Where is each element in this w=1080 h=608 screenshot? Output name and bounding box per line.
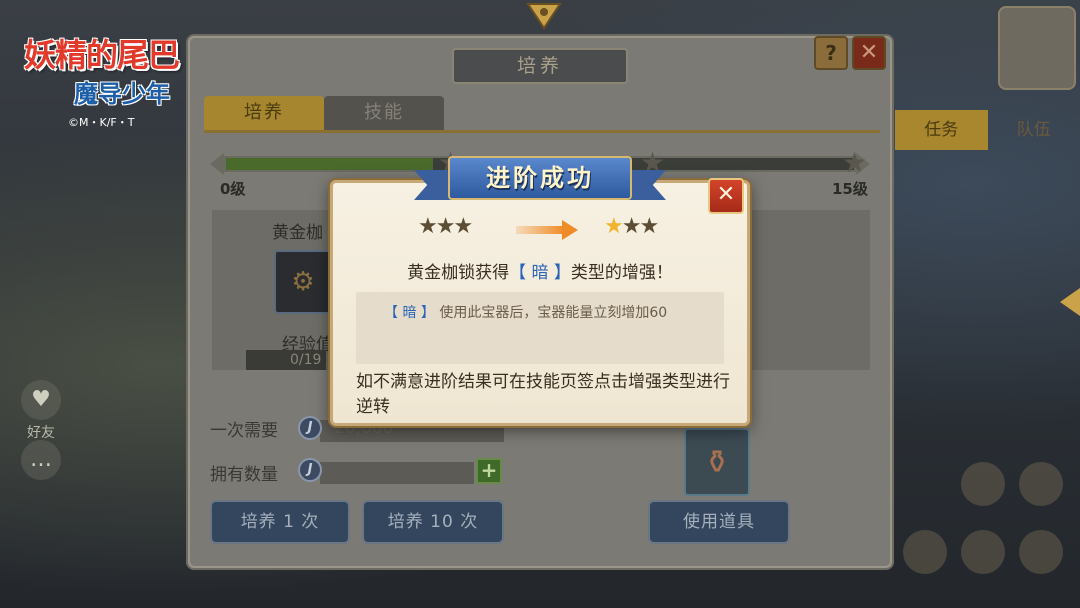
logo-copyright: ©M・K/F・T xyxy=(68,116,135,129)
use-item-button[interactable]: 使用道具 xyxy=(648,500,790,544)
owned-label: 拥有数量 xyxy=(210,465,278,485)
avatar[interactable] xyxy=(998,6,1076,90)
train-once-button[interactable]: 培养 1 次 xyxy=(210,500,350,544)
arrow-shaft xyxy=(516,226,564,234)
panel-title: 培养 xyxy=(452,48,628,84)
help-button[interactable]: ? xyxy=(814,36,848,70)
shortcut-button-4[interactable] xyxy=(958,530,1008,574)
dialog-title: 进阶成功 xyxy=(448,156,632,200)
result-prefix: 黄金枷锁获得 xyxy=(407,263,510,283)
arrow-right-icon xyxy=(516,220,578,240)
chat-bubble-icon: … xyxy=(21,440,61,480)
shortcut-icon xyxy=(961,530,1005,574)
star-gold-icon: ★ xyxy=(604,214,624,239)
chat-menu-item[interactable]: … xyxy=(6,440,76,482)
milestone-star-icon: ★ xyxy=(842,146,868,179)
stars-after: ★★★ xyxy=(604,214,659,239)
tab-team[interactable]: 队伍 xyxy=(988,110,1080,150)
effect-text: 使用此宝器后，宝器能量立刻增加60 xyxy=(434,305,668,321)
coin-icon: J xyxy=(298,458,322,482)
friends-menu-item[interactable]: ♥ 好友 xyxy=(6,380,76,442)
tab-divider xyxy=(204,130,880,133)
cost-label: 一次需要 xyxy=(210,421,278,441)
shortcut-button-5[interactable] xyxy=(1016,530,1066,574)
heart-icon: ♥ xyxy=(21,380,61,420)
top-marker-icon xyxy=(526,3,562,30)
coin-icon: J xyxy=(298,416,322,440)
shortcut-icon xyxy=(903,530,947,574)
potion-item-icon[interactable]: ⚱ xyxy=(684,428,750,496)
result-suffix: 类型的增强！ xyxy=(570,263,673,283)
shortcut-button-2[interactable] xyxy=(1016,462,1066,506)
shortcut-icon xyxy=(1019,530,1063,574)
bottom-nav-bar xyxy=(560,572,1080,608)
stars-before: ★★★ xyxy=(418,214,473,239)
star-rating-icon: ★★ xyxy=(621,214,659,239)
dialog-close-button[interactable]: ✕ xyxy=(708,178,744,214)
shortcut-button-3[interactable] xyxy=(900,530,950,574)
star-rating-icon: ★★★ xyxy=(418,214,473,239)
effect-type: 【 暗 】 xyxy=(384,305,435,321)
level-max-label: 15级 xyxy=(832,180,868,198)
panel-close-button[interactable]: ✕ xyxy=(852,36,886,70)
level-min-label: 0级 xyxy=(220,180,246,198)
exp-bar: 0/19 xyxy=(246,350,326,370)
shortcut-icon xyxy=(1019,462,1063,506)
tab-skill[interactable]: 技能 xyxy=(324,96,444,130)
dialog-title-ribbon: 进阶成功 xyxy=(414,154,666,204)
right-tabs: 任务 队伍 xyxy=(895,110,1080,150)
effect-description: 【 暗 】 使用此宝器后，宝器能量立刻增加60 xyxy=(384,302,667,322)
result-message: 黄金枷锁获得【 暗 】类型的增强！ xyxy=(330,258,750,283)
logo-title: 妖精的尾巴 xyxy=(24,36,180,74)
train-ten-button[interactable]: 培养 10 次 xyxy=(362,500,504,544)
tab-tasks[interactable]: 任务 xyxy=(895,110,988,150)
progress-fill xyxy=(226,158,434,170)
arrow-head xyxy=(562,220,578,240)
reversal-hint: 如不满意进阶结果可在技能页签点击增强类型进行逆转 xyxy=(356,372,730,417)
game-logo: 妖精的尾巴 魔导少年 ©M・K/F・T xyxy=(20,22,190,132)
add-currency-button[interactable]: + xyxy=(476,458,502,484)
item-card-right xyxy=(732,210,870,370)
shortcut-icon xyxy=(961,462,1005,506)
tab-cultivate[interactable]: 培养 xyxy=(204,96,324,130)
shortcut-button-1[interactable] xyxy=(958,462,1008,506)
logo-subtitle: 魔导少年 xyxy=(74,80,170,108)
item-name: 黄金枷 xyxy=(272,223,323,243)
friends-menu-label: 好友 xyxy=(27,425,55,441)
owned-box xyxy=(320,462,474,484)
result-type: 【 暗 】 xyxy=(509,263,571,283)
progress-left-cap xyxy=(210,153,224,175)
golden-shackle-icon[interactable]: ⚙ xyxy=(274,250,332,314)
